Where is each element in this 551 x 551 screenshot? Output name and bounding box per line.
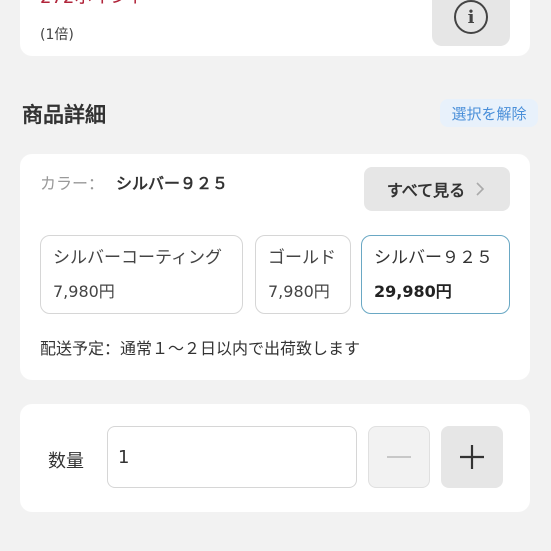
points-value: 272ポイント — [40, 0, 146, 8]
option-name: シルバー９２５ — [374, 248, 493, 268]
quantity-card: 数量 1 — [20, 404, 530, 512]
option-name: ゴールド — [268, 248, 336, 268]
option-price: 7,980円 — [53, 282, 115, 301]
option-name: シルバーコーティング — [53, 248, 222, 268]
minus-icon — [387, 456, 411, 458]
option-price: 29,980円 — [374, 282, 452, 301]
option-price: 7,980円 — [268, 282, 330, 301]
info-button[interactable]: i — [432, 0, 510, 46]
info-icon: i — [454, 0, 488, 34]
delivery-estimate: 配送予定：通常１～２日以内で出荷致します — [40, 339, 361, 358]
color-option-silver-925[interactable]: シルバー９２５ 29,980円 — [361, 235, 510, 314]
color-value: シルバー９２５ — [116, 174, 229, 193]
quantity-input[interactable]: 1 — [107, 426, 357, 488]
deselect-button[interactable]: 選択を解除 — [440, 99, 538, 127]
section-title: 商品詳細 — [22, 103, 106, 127]
see-all-label: すべて見る — [386, 181, 466, 200]
chevron-right-icon — [476, 182, 485, 196]
color-option-gold[interactable]: ゴールド 7,980円 — [255, 235, 351, 314]
points-card: 272ポイント (1倍) i — [20, 0, 530, 56]
decrement-button[interactable] — [368, 426, 430, 488]
points-rate: (1倍) — [40, 27, 74, 43]
product-detail-card: カラー： シルバー９２５ すべて見る シルバーコーティング 7,980円 ゴール… — [20, 154, 530, 380]
plus-icon — [460, 445, 484, 469]
color-option-silver-coating[interactable]: シルバーコーティング 7,980円 — [40, 235, 243, 314]
quantity-label: 数量 — [48, 451, 84, 472]
increment-button[interactable] — [441, 426, 503, 488]
see-all-button[interactable]: すべて見る — [364, 167, 510, 211]
color-label: カラー： — [40, 174, 105, 193]
